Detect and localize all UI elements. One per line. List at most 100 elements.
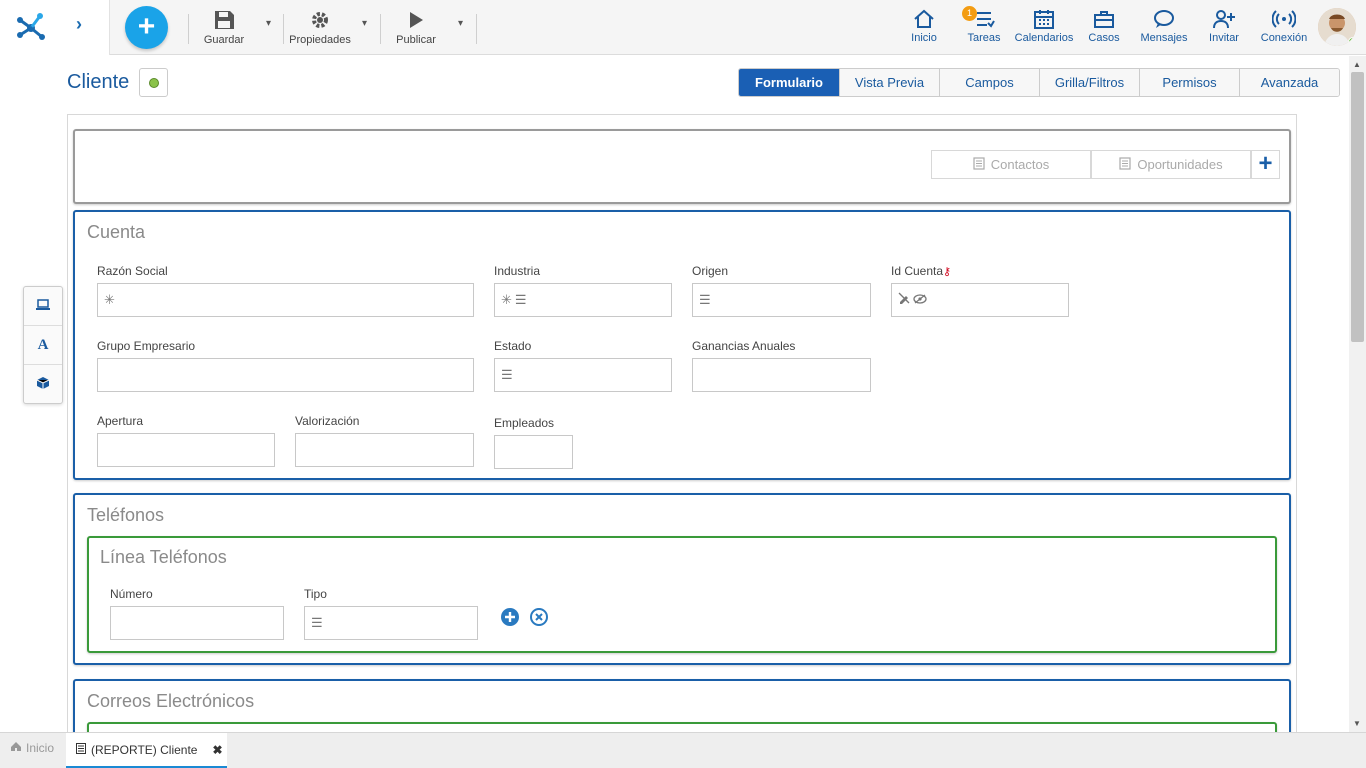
industria-label: Industria (494, 264, 541, 278)
tab-grilla-filtros[interactable]: Grilla/Filtros (1039, 69, 1139, 96)
subtab-oportunidades[interactable]: Oportunidades (1091, 150, 1251, 179)
scroll-up-icon[interactable]: ▲ (1353, 60, 1361, 69)
nav-home[interactable]: Inicio (904, 8, 944, 44)
bottom-tab-home-label: Inicio (26, 741, 55, 755)
component-tool-button[interactable] (24, 365, 62, 404)
apertura-field[interactable] (97, 433, 275, 467)
form-icon (973, 156, 985, 173)
properties-button[interactable]: Propiedades (288, 8, 352, 46)
invite-user-icon (1204, 8, 1244, 30)
valorizacion-field[interactable] (295, 433, 474, 467)
properties-label: Propiedades (289, 34, 351, 46)
tab-avanzada[interactable]: Avanzada (1239, 69, 1339, 96)
text-tool-button[interactable]: A (24, 326, 62, 365)
subtab-contactos[interactable]: Contactos (931, 150, 1091, 179)
ganancias-anuales-field[interactable] (692, 358, 871, 392)
toolbar-divider (283, 14, 284, 44)
nav-connection[interactable]: Conexión (1258, 8, 1310, 44)
tasks-icon: 1 (962, 6, 1004, 30)
user-avatar[interactable] (1318, 8, 1356, 46)
bottom-tab-home[interactable]: Inicio (10, 741, 54, 755)
id-cuenta-field[interactable] (891, 283, 1069, 317)
tasks-badge: 1 (962, 6, 977, 21)
list-icon: ☰ (514, 292, 527, 307)
form-icon (1119, 156, 1131, 173)
add-new-button[interactable]: + (125, 6, 168, 49)
close-tab-icon[interactable]: ✖ (212, 743, 222, 757)
designer-toolbox: A (23, 286, 63, 404)
nav-cases[interactable]: Casos (1084, 8, 1124, 44)
list-icon: ☰ (501, 367, 513, 382)
properties-dropdown-icon[interactable]: ▾ (362, 18, 367, 29)
tab-vista-previa[interactable]: Vista Previa (839, 69, 939, 96)
nav-cases-label: Casos (1088, 32, 1120, 44)
add-subtab-button[interactable]: + (1251, 150, 1280, 179)
linea-telefonos-panel: Línea Teléfonos Número Tipo ☰ (87, 536, 1277, 653)
grupo-empresario-field[interactable] (97, 358, 474, 392)
scrollbar-thumb[interactable] (1351, 72, 1364, 342)
nav-home-label: Inicio (911, 32, 937, 44)
numero-field[interactable] (110, 606, 284, 640)
status-button[interactable] (139, 68, 168, 97)
key-icon: ⚷ (943, 266, 952, 278)
tab-permisos[interactable]: Permisos (1139, 69, 1239, 96)
eye-hidden-icon (913, 292, 927, 307)
page-title: Cliente (67, 71, 130, 93)
form-canvas: Contactos Oportunidades + Cuenta Razón S… (67, 114, 1297, 768)
expand-menu-icon[interactable]: › (76, 14, 82, 35)
toolbar-divider (380, 14, 381, 44)
ganancias-anuales-label: Ganancias Anuales (692, 339, 796, 353)
section-cuenta-title: Cuenta (87, 222, 146, 242)
bottom-tab-reporte-cliente[interactable]: (REPORTE) Cliente ✖ (66, 733, 227, 768)
toolbar-divider (476, 14, 477, 44)
status-dot-icon (149, 78, 159, 88)
empleados-label: Empleados (494, 416, 555, 430)
vertical-scrollbar[interactable]: ▲ ▼ (1349, 56, 1366, 732)
subtab-oportunidades-label: Oportunidades (1137, 157, 1223, 172)
empleados-field[interactable] (494, 435, 573, 469)
id-cuenta-label: Id Cuenta⚷ (891, 264, 951, 278)
nav-messages[interactable]: Mensajes (1138, 8, 1190, 44)
section-telefonos-title: Teléfonos (87, 505, 165, 525)
publish-dropdown-icon[interactable]: ▾ (458, 18, 463, 29)
razon-social-field[interactable]: ✳ (97, 283, 474, 317)
nav-tasks-label: Tareas (967, 32, 1001, 44)
nav-invite[interactable]: Invitar (1204, 8, 1244, 44)
tab-formulario[interactable]: Formulario (739, 69, 839, 96)
save-button[interactable]: Guardar (200, 8, 248, 46)
scroll-down-icon[interactable]: ▼ (1353, 719, 1361, 728)
industria-field[interactable]: ✳ ☰ (494, 283, 672, 317)
save-dropdown-icon[interactable]: ▾ (266, 18, 271, 29)
chat-icon (1138, 8, 1190, 30)
nav-messages-label: Mensajes (1140, 32, 1188, 44)
logo-area: › (0, 0, 110, 55)
tipo-field[interactable]: ☰ (304, 606, 478, 640)
apertura-label: Apertura (97, 414, 144, 428)
top-toolbar: › + Guardar ▾ Propiedades ▾ Publicar ▾ I… (0, 0, 1366, 55)
add-row-icon[interactable] (501, 608, 519, 626)
nav-tasks[interactable]: 1 Tareas (962, 6, 1004, 44)
floppy-disk-icon (200, 8, 248, 32)
gear-icon (288, 8, 352, 32)
app-logo-icon[interactable] (12, 8, 50, 49)
nav-calendars[interactable]: Calendarios (1012, 8, 1076, 44)
estado-field[interactable]: ☰ (494, 358, 672, 392)
list-icon: ☰ (311, 615, 323, 630)
required-asterisk-icon: ✳ (501, 292, 512, 307)
bottom-tab-bar: Inicio (REPORTE) Cliente ✖ (0, 732, 1366, 768)
tab-campos[interactable]: Campos (939, 69, 1039, 96)
layout-tool-button[interactable] (24, 287, 62, 326)
origen-field[interactable]: ☰ (692, 283, 871, 317)
nav-connection-label: Conexión (1260, 32, 1308, 44)
cube-icon (36, 376, 50, 393)
linea-telefonos-title: Línea Teléfonos (100, 547, 227, 567)
subtab-contactos-label: Contactos (990, 157, 1050, 172)
bottom-tab-reporte-cliente-label: (REPORTE) Cliente (91, 742, 198, 757)
publish-button[interactable]: Publicar (392, 8, 440, 46)
tipo-label: Tipo (304, 587, 327, 601)
remove-row-icon[interactable] (530, 608, 548, 626)
estado-label: Estado (494, 339, 532, 353)
online-status-dot (1348, 37, 1356, 46)
connection-icon (1258, 8, 1310, 30)
calendar-icon (1012, 8, 1076, 30)
